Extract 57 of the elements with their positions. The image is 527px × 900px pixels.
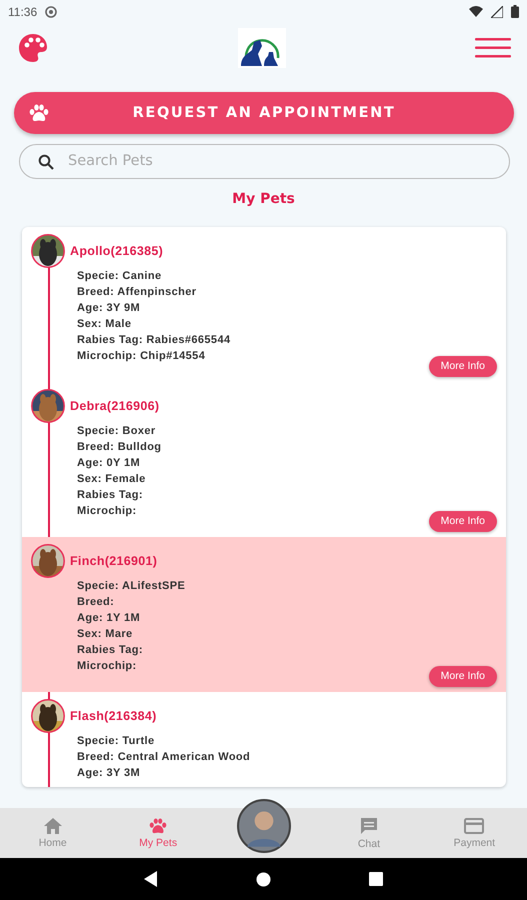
pet-detail: Age: 3Y 9M <box>77 300 142 316</box>
search-field[interactable]: Search Pets <box>19 144 510 179</box>
paw-icon <box>29 104 49 122</box>
credit-card-icon <box>464 818 484 834</box>
wifi-icon <box>469 6 483 18</box>
more-info-button[interactable]: More Info <box>428 356 497 377</box>
pet-name: Apollo(216385) <box>70 244 164 258</box>
paw-icon <box>149 818 168 834</box>
signal-icon <box>491 6 503 18</box>
pet-detail: Specie: Turtle <box>77 734 156 749</box>
pet-name: Finch(216901) <box>70 554 158 568</box>
pet-detail: Age: 3Y 3M <box>77 766 142 781</box>
pet-detail: Sex: Mare <box>77 626 134 642</box>
more-info-button[interactable]: More Info <box>428 666 497 687</box>
pet-detail: Breed: Affenpinscher <box>77 284 198 300</box>
pet-entry[interactable]: Finch(216901) Specie: ALifestSPE Breed: Age: 1Y 1M Sex: Mare Rabies Tag: Microchip: More Info <box>22 536 506 692</box>
pet-detail: Sex: Female <box>77 472 147 487</box>
logo-icon <box>238 28 286 68</box>
pet-detail: Microchip: <box>77 504 138 519</box>
pet-detail: Age: 0Y 1M <box>77 456 142 471</box>
nav-tab[interactable]: My Pets <box>105 818 211 849</box>
pet-detail: Breed: <box>77 594 116 610</box>
pet-detail: Sex: Male <box>77 316 132 332</box>
section-title: My Pets <box>231 190 296 209</box>
back-icon[interactable] <box>144 871 158 888</box>
pet-detail: Specie: Canine <box>77 268 162 284</box>
chat-icon <box>360 816 378 835</box>
nav-tab[interactable]: Home <box>0 818 106 849</box>
home-icon <box>44 818 62 834</box>
pet-entry[interactable]: Flash(216384) Specie: Turtle Breed: Central American Wood Age: 3Y 3M <box>22 692 506 781</box>
pet-detail: Microchip: Chip#14554 <box>77 348 206 364</box>
pet-entry[interactable]: Apollo(216385) Specie: Canine Breed: Affenpinscher Age: 3Y 9M Sex: Male Rabies Tag: Rabies#665544 Microchip: Chip#14554 More Info <box>22 226 506 382</box>
pet-detail: Rabies Tag: Rabies#665544 <box>77 332 232 348</box>
pet-detail: Specie: ALifestSPE <box>77 578 186 594</box>
more-info-button[interactable]: More Info <box>428 510 497 532</box>
pet-name: Debra(216906) <box>70 398 160 413</box>
pet-detail: Microchip: <box>77 658 138 674</box>
recents-icon[interactable] <box>369 872 383 886</box>
profile-avatar[interactable] <box>236 799 291 854</box>
battery-icon <box>511 5 519 18</box>
status-time: 11:36 <box>8 4 38 19</box>
pet-entry[interactable]: Debra(216906) Specie: Boxer Breed: Bulldog Age: 0Y 1M Sex: Female Rabies Tag: Microchip: More Info <box>22 382 506 537</box>
palette-icon[interactable] <box>18 32 48 63</box>
pet-name: Flash(216384) <box>70 708 157 723</box>
nav-tab[interactable]: Chat <box>316 816 422 850</box>
search-icon <box>38 154 54 170</box>
pet-detail: Rabies Tag: <box>77 642 144 658</box>
pet-detail: Rabies Tag: <box>77 488 144 503</box>
pet-detail: Specie: Boxer <box>77 424 157 439</box>
notification-icon <box>45 6 58 18</box>
pet-detail: Age: 1Y 1M <box>77 610 142 626</box>
nav-tab[interactable]: Payment <box>422 818 527 849</box>
appointment-button[interactable]: REQUEST AN APPOINTMENT <box>14 92 514 134</box>
pet-detail: Breed: Bulldog <box>77 440 162 455</box>
home-button-icon[interactable] <box>256 872 271 887</box>
pet-detail: Breed: Central American Wood <box>77 750 252 765</box>
menu-icon[interactable] <box>475 36 511 59</box>
